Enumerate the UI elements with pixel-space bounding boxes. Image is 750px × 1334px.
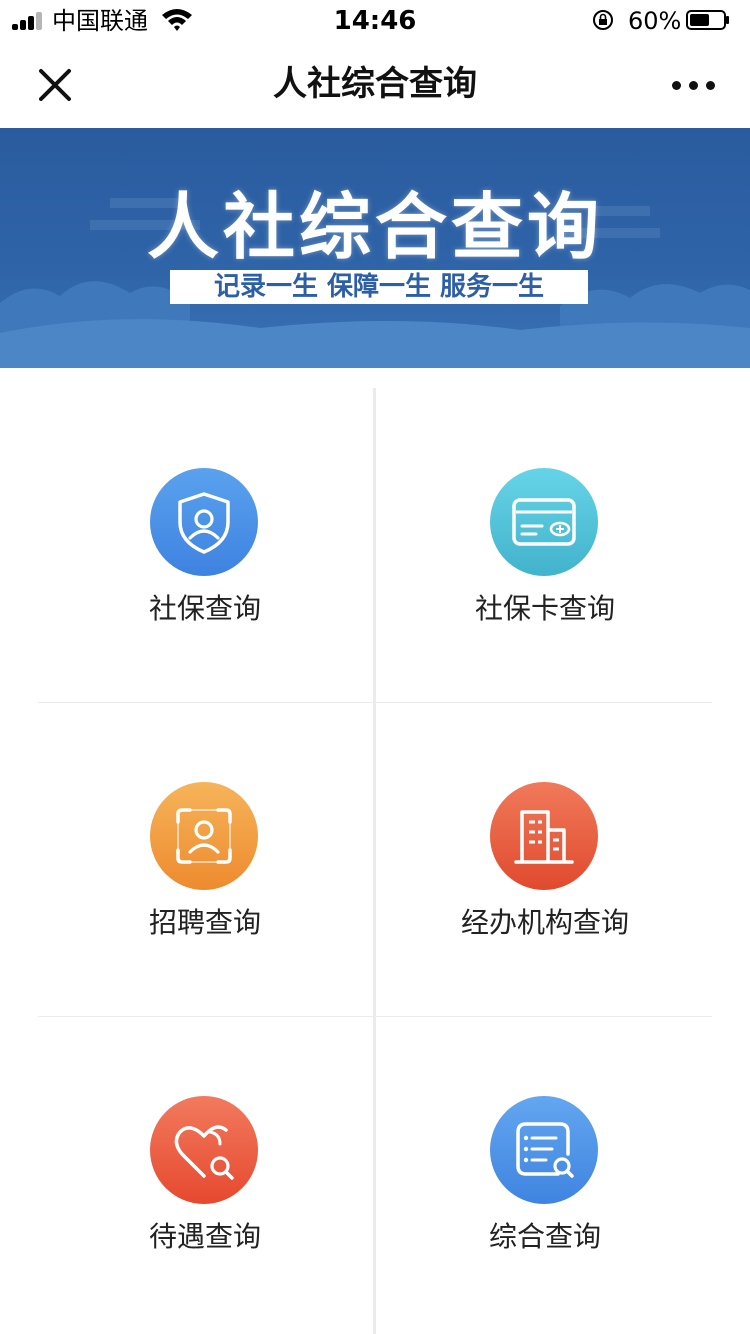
status-bar: 中国联通 14:46 60% [0,0,750,40]
building-icon [490,782,598,890]
navigation-bar: 人社综合查询 [0,40,750,128]
tile-comprehensive-query[interactable]: 综合查询 [376,996,714,1310]
shield-user-icon [150,468,258,576]
service-grid: 社保查询 社保卡查询 招聘查询 经办机构查询 待遇查询 综合查询 [0,368,750,1334]
banner: 人社综合查询 记录一生 保障一生 服务一生 [0,128,750,368]
tile-social-security-card-query[interactable]: 社保卡查询 [376,368,714,682]
document-search-icon [490,1096,598,1204]
tile-social-insurance-query[interactable]: 社保查询 [36,368,374,682]
social-security-card-icon [490,468,598,576]
rotation-lock-icon [593,10,613,30]
banner-slogan-box: 记录一生 保障一生 服务一生 [170,270,588,304]
battery-icon [686,10,729,30]
page-title: 人社综合查询 [273,64,477,104]
heart-search-icon [150,1096,258,1204]
tile-benefits-query[interactable]: 待遇查询 [36,996,374,1310]
tile-recruitment-query[interactable]: 招聘查询 [36,682,374,996]
person-scan-icon [150,782,258,890]
more-icon[interactable] [668,68,720,102]
tile-label: 招聘查询 [148,906,261,939]
tile-label: 社保查询 [148,592,261,625]
close-icon[interactable] [32,62,78,108]
battery-percentage: 60% [628,7,682,35]
tile-agency-query[interactable]: 经办机构查询 [376,682,714,996]
tile-label: 经办机构查询 [460,906,629,939]
tile-label: 待遇查询 [148,1220,261,1253]
tile-label: 综合查询 [488,1220,601,1253]
tile-label: 社保卡查询 [474,592,615,625]
banner-slogan: 记录一生 保障一生 服务一生 [213,272,545,302]
banner-title: 人社综合查询 [146,185,603,269]
